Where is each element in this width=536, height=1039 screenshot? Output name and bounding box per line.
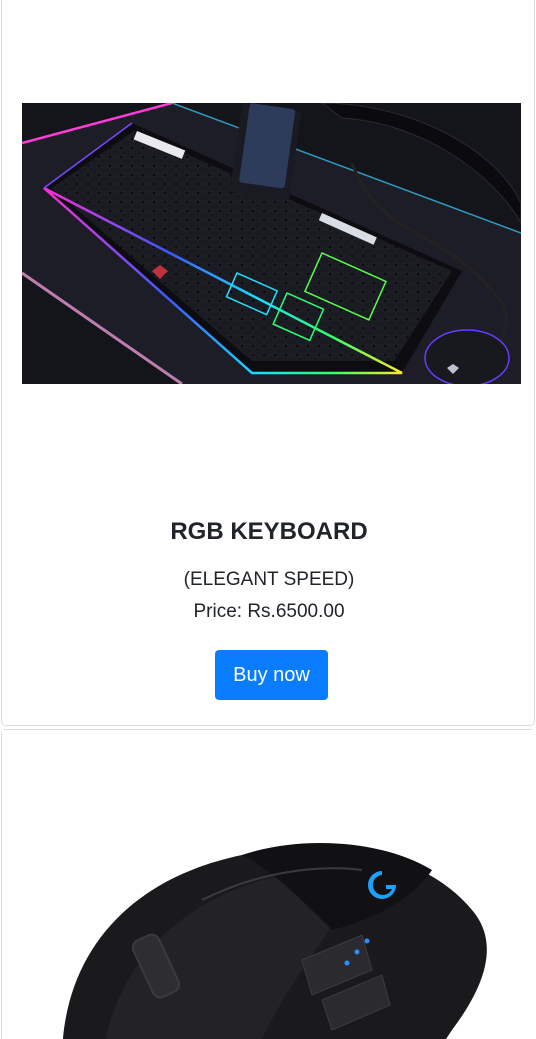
mouse-product-image — [2, 730, 536, 1039]
product-card-keyboard: RGB KEYBOARD (ELEGANT SPEED) Price: Rs.6… — [1, 0, 535, 726]
keyboard-product-image — [22, 103, 521, 384]
product-subtitle: (ELEGANT SPEED) — [183, 569, 355, 590]
buy-now-button[interactable]: Buy now — [215, 650, 328, 700]
product-card-mouse — [1, 729, 536, 1039]
product-list-page: RGB KEYBOARD (ELEGANT SPEED) Price: Rs.6… — [0, 0, 536, 1039]
product-price: Price: Rs.6500.00 — [193, 601, 345, 622]
product-title: RGB KEYBOARD — [170, 518, 368, 545]
